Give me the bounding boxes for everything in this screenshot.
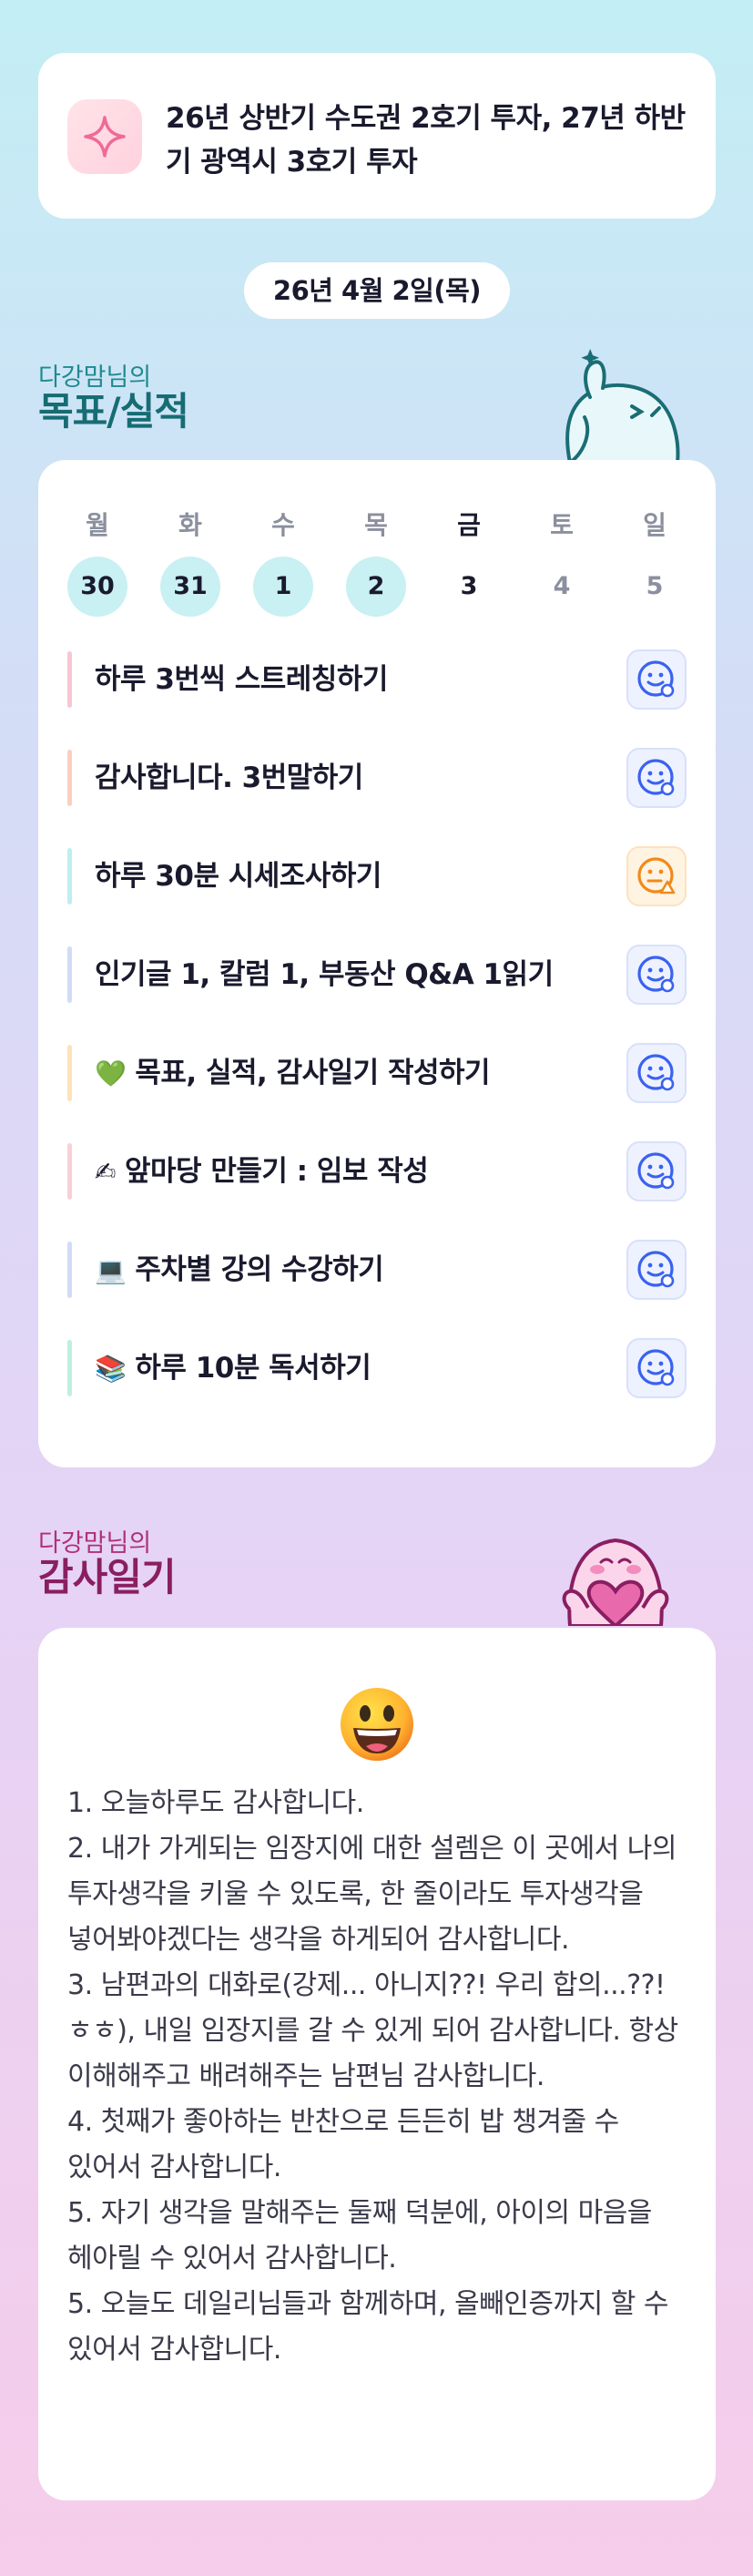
task-label: 📚 하루 10분 독서하기 <box>95 1336 371 1401</box>
smile-icon[interactable] <box>626 1141 687 1201</box>
smile-icon[interactable] <box>626 1338 687 1398</box>
task-row[interactable]: 인기글 1, 칼럼 1, 부동산 Q&A 1읽기 <box>67 943 687 1007</box>
task-row[interactable]: 💚 목표, 실적, 감사일기 작성하기 <box>67 1041 687 1105</box>
day-30[interactable]: 30 <box>67 557 127 617</box>
day-1[interactable]: 1 <box>253 557 313 617</box>
task-label-text: 인기글 1, 칼럼 1, 부동산 Q&A 1읽기 <box>95 958 554 991</box>
task-color-bar <box>67 848 72 905</box>
mascot-icon <box>565 349 680 463</box>
task-row[interactable]: 하루 30분 시세조사하기 <box>67 844 687 908</box>
day-name-sun: 일 <box>643 510 667 540</box>
task-label: 감사합니다. 3번말하기 <box>95 746 363 810</box>
day-name-fri: 금 <box>457 510 481 540</box>
warning-face-icon[interactable] <box>626 846 687 906</box>
day-4[interactable]: 4 <box>532 557 592 617</box>
task-row[interactable]: ✍ 앞마당 만들기 : 임보 작성 <box>67 1140 687 1203</box>
diary-text: 1. 오늘하루도 감사합니다. 2. 내가 가게되는 임장지에 대한 설렘은 이… <box>67 1787 678 2366</box>
smile-icon[interactable] <box>626 748 687 808</box>
day-2[interactable]: 2 <box>346 557 406 617</box>
task-color-bar <box>67 750 72 806</box>
task-emoji: 📚 <box>95 1354 127 1384</box>
smile-icon[interactable] <box>626 1043 687 1103</box>
grinning-face-icon <box>341 1688 413 1761</box>
task-label-text: 감사합니다. 3번말하기 <box>95 762 363 794</box>
task-label: 💻 주차별 강의 수강하기 <box>95 1238 384 1303</box>
task-label-text: 하루 10분 독서하기 <box>135 1352 371 1385</box>
task-color-bar <box>67 1340 72 1396</box>
task-label: 하루 3번씩 스트레칭하기 <box>95 648 388 711</box>
task-label-text: 주차별 강의 수강하기 <box>135 1253 384 1286</box>
day-5[interactable]: 5 <box>625 557 685 617</box>
day-name-wed: 수 <box>271 510 295 540</box>
task-row[interactable]: 💻 주차별 강의 수강하기 <box>67 1238 687 1302</box>
day-name-sat: 토 <box>550 510 574 540</box>
day-3[interactable]: 3 <box>439 557 499 617</box>
day-31[interactable]: 31 <box>160 557 220 617</box>
day-name-thu: 목 <box>364 510 388 540</box>
task-color-bar <box>67 1242 72 1298</box>
heart-mascot-icon <box>562 1538 669 1626</box>
task-label: 인기글 1, 칼럼 1, 부동산 Q&A 1읽기 <box>95 943 554 1007</box>
smile-icon[interactable] <box>626 1240 687 1300</box>
goal-card: 26년 상반기 수도권 2호기 투자, 27년 하반기 광역시 3호기 투자 <box>38 53 716 219</box>
smile-icon[interactable] <box>626 945 687 1005</box>
task-card: 월 화 수 목 금 토 일 30 31 1 2 3 4 5 하루 3번씩 스트레… <box>38 460 716 1467</box>
task-emoji: ✍ <box>95 1157 116 1187</box>
task-label-text: 앞마당 만들기 : 임보 작성 <box>124 1155 429 1188</box>
task-label-text: 하루 3번씩 스트레칭하기 <box>95 663 388 696</box>
task-label: 💚 목표, 실적, 감사일기 작성하기 <box>95 1041 491 1106</box>
smile-icon[interactable] <box>626 649 687 710</box>
task-label: ✍ 앞마당 만들기 : 임보 작성 <box>95 1140 429 1204</box>
goals-section-title: 목표/실적 <box>38 389 189 434</box>
task-row[interactable]: 📚 하루 10분 독서하기 <box>67 1336 687 1400</box>
task-color-bar <box>67 651 72 708</box>
task-row[interactable]: 하루 3번씩 스트레칭하기 <box>67 648 687 711</box>
task-label-text: 하루 30분 시세조사하기 <box>95 860 382 893</box>
task-emoji: 💻 <box>95 1255 127 1285</box>
task-label-text: 목표, 실적, 감사일기 작성하기 <box>135 1057 491 1089</box>
task-row[interactable]: 감사합니다. 3번말하기 <box>67 746 687 810</box>
task-color-bar <box>67 1045 72 1101</box>
day-name-mon: 월 <box>86 510 109 540</box>
goal-text: 26년 상반기 수도권 2호기 투자, 27년 하반기 광역시 3호기 투자 <box>166 102 686 179</box>
diary-section-title: 감사일기 <box>38 1555 177 1600</box>
diary-card: 1. 오늘하루도 감사합니다. 2. 내가 가게되는 임장지에 대한 설렘은 이… <box>38 1628 716 2500</box>
task-label: 하루 30분 시세조사하기 <box>95 844 382 908</box>
date-label[interactable]: 26년 4월 2일(목) <box>244 262 510 319</box>
day-name-tue: 화 <box>178 510 202 540</box>
task-emoji: 💚 <box>95 1058 127 1089</box>
task-color-bar <box>67 1143 72 1200</box>
sparkle-icon <box>67 99 142 174</box>
task-color-bar <box>67 946 72 1003</box>
